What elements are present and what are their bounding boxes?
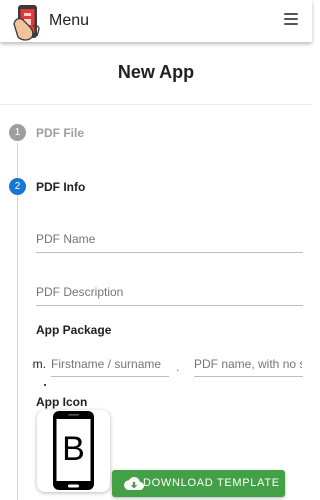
pdf-name-underline [36, 252, 303, 253]
download-template-label: DOWNLOAD TEMPLATE [143, 477, 280, 489]
package-part1-input[interactable] [51, 354, 169, 374]
divider [0, 104, 312, 105]
step-1-badge[interactable]: 1 [9, 124, 26, 141]
package-prefix-text: com. [32, 357, 47, 371]
pdf-description-input[interactable] [36, 282, 302, 302]
phone-in-hand-icon[interactable] [12, 2, 46, 42]
app-icon-label: App Icon [36, 395, 88, 409]
pdf-name-input[interactable] [36, 229, 302, 249]
helper-dot [44, 384, 46, 386]
package-separator: . [176, 360, 180, 374]
package-prefix: com. [32, 357, 51, 371]
smartphone-icon: B [53, 411, 94, 490]
menu-label[interactable]: Menu [49, 12, 89, 30]
app-package-label: App Package [36, 323, 112, 337]
download-template-button[interactable]: DOWNLOAD TEMPLATE [112, 470, 285, 497]
page-title: New App [117, 62, 195, 82]
step-2-label[interactable]: PDF Info [36, 180, 85, 194]
stepper-connector [17, 143, 18, 500]
package-part1-underline [51, 376, 169, 377]
hamburger-icon[interactable] [284, 13, 300, 26]
pdf-description-underline [36, 305, 303, 306]
step-1-label[interactable]: PDF File [36, 126, 84, 140]
app-icon-letter: B [62, 430, 85, 468]
package-part2-underline [194, 376, 303, 377]
app-bar: Menu [0, 0, 312, 42]
cloud-download-icon [124, 477, 144, 491]
step-2-badge[interactable]: 2 [9, 178, 26, 195]
package-part2-input[interactable] [194, 354, 302, 374]
app-icon-picker[interactable]: B [37, 410, 110, 492]
